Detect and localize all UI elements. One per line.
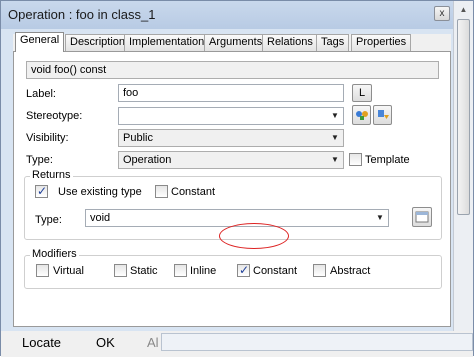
add-stereotype-icon	[355, 111, 368, 120]
dialog-footer: Locate OK Al	[1, 331, 473, 357]
use-existing-type-checkbox[interactable]: ✓	[35, 184, 48, 198]
tab-general[interactable]: General	[15, 32, 65, 52]
chevron-down-icon: ▼	[331, 155, 339, 164]
add-stereotype-button[interactable]	[352, 105, 371, 125]
highlight-annotation	[219, 223, 289, 249]
window-title: Operation : foo in class_1	[8, 7, 156, 22]
close-icon: x	[439, 8, 445, 19]
browse-type-icon	[415, 211, 429, 223]
ok-button[interactable]: OK	[96, 335, 115, 350]
label-input[interactable]: foo	[118, 84, 344, 102]
signature-field: void foo() const	[26, 61, 439, 79]
chevron-down-icon: ▼	[331, 111, 339, 120]
visibility-select[interactable]: Public ▼	[118, 129, 344, 147]
tab-relations[interactable]: Relations	[262, 34, 318, 51]
chevron-down-icon: ▼	[331, 133, 339, 142]
returns-constant-checkbox[interactable]	[155, 185, 168, 198]
use-existing-type-label: Use existing type	[58, 186, 142, 198]
check-icon: ✓	[36, 184, 48, 198]
type-caption: Type:	[26, 154, 53, 166]
modifiers-legend: Modifiers	[30, 248, 79, 260]
check-icon: ✓	[238, 263, 250, 277]
return-type-value: void	[90, 212, 111, 224]
returns-legend: Returns	[30, 169, 73, 181]
vertical-scrollbar[interactable]: ▲	[453, 1, 473, 337]
template-label: Template	[365, 154, 410, 166]
abstract-checkbox[interactable]	[313, 264, 326, 277]
returns-constant-label: Constant	[171, 186, 216, 198]
visibility-value: Public	[123, 132, 153, 144]
scroll-up-icon[interactable]: ▲	[456, 3, 471, 17]
constant-checkbox[interactable]: ✓	[237, 263, 250, 277]
horizontal-scrollbar[interactable]	[161, 333, 473, 351]
tab-arguments[interactable]: Arguments	[204, 34, 268, 51]
browse-stereotype-button[interactable]	[373, 105, 392, 125]
inline-label: Inline	[190, 265, 217, 277]
operation-dialog: Operation : foo in class_1 x ▲ General D…	[0, 0, 474, 357]
inline-checkbox[interactable]	[174, 264, 187, 277]
visibility-caption: Visibility:	[26, 132, 69, 144]
label-caption: Label:	[26, 88, 56, 100]
type-value: Operation	[123, 154, 172, 166]
stereotype-select[interactable]: ▼	[118, 107, 344, 125]
browse-type-button[interactable]	[412, 207, 432, 227]
tab-properties[interactable]: Properties	[351, 34, 412, 51]
general-tab-content: void foo() const Label: foo L Stereotype…	[13, 51, 451, 327]
virtual-checkbox[interactable]	[36, 264, 49, 277]
tab-description[interactable]: Description	[65, 34, 131, 51]
type-select[interactable]: Operation ▼	[118, 151, 344, 169]
title-bar[interactable]: Operation : foo in class_1 x	[1, 1, 473, 29]
modifiers-group	[24, 255, 442, 289]
tab-implementation[interactable]: Implementation	[124, 34, 210, 51]
scroll-thumb[interactable]	[457, 19, 470, 215]
locate-button[interactable]: Locate	[22, 335, 61, 350]
tab-panel: General Description Implementation Argum…	[13, 32, 451, 327]
virtual-label: Virtual	[53, 265, 84, 277]
close-button[interactable]: x	[434, 6, 450, 21]
label-l-button[interactable]: L	[352, 84, 372, 102]
abstract-label: Abstract	[330, 265, 371, 277]
chevron-down-icon: ▼	[376, 213, 384, 222]
browse-stereotype-icon	[377, 110, 389, 119]
stereotype-caption: Stereotype:	[26, 110, 83, 122]
static-label: Static	[130, 265, 158, 277]
tab-tags[interactable]: Tags	[316, 34, 350, 51]
return-type-caption: Type:	[35, 214, 62, 226]
static-checkbox[interactable]	[114, 264, 127, 277]
partial-button[interactable]: Al	[147, 335, 159, 350]
template-checkbox[interactable]	[349, 153, 362, 166]
constant-label: Constant	[253, 265, 298, 277]
